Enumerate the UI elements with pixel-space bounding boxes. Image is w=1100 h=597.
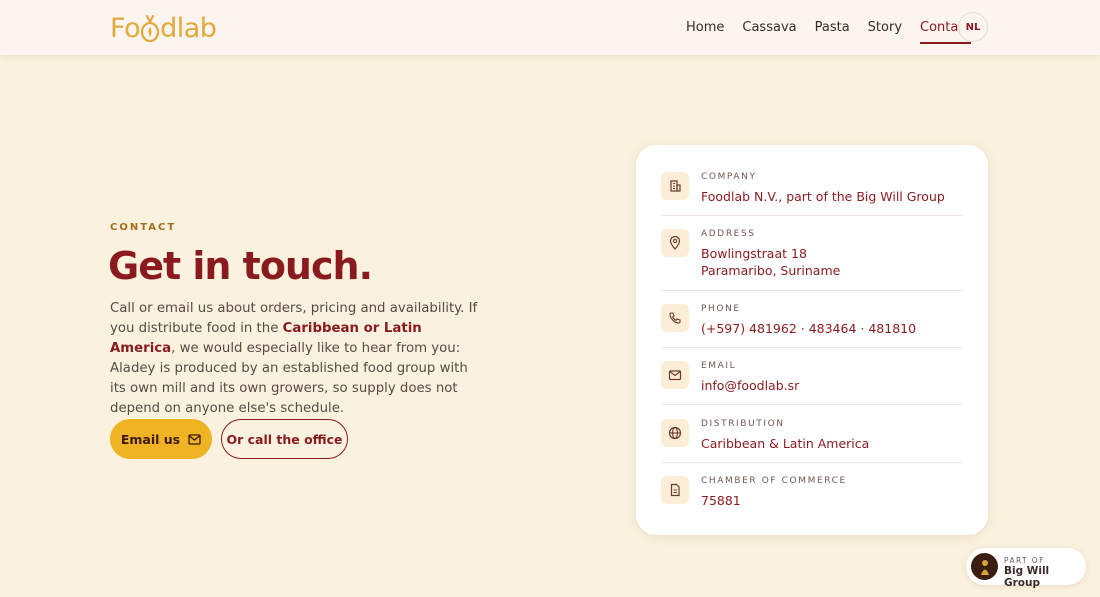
address-line2: Paramaribo, Suriname [701,263,841,278]
big-will-group-logo-icon [971,553,998,580]
email-label: EMAIL [701,361,737,371]
company-value: Foodlab N.V., part of the Big Will Group [701,189,945,204]
nav-pasta[interactable]: Pasta [815,18,850,38]
address-label: ADDRESS [701,229,756,239]
mail-icon [661,361,689,389]
divider [661,347,963,348]
email-us-button[interactable]: Email us [110,419,212,459]
logo-text-start: Fo [110,12,141,44]
phone-icon [661,304,689,332]
phone-value[interactable]: (+597) 481962 · 483464 · 481810 [701,320,916,337]
intro-paragraph: Call or email us about orders, pricing a… [110,299,482,419]
email-us-label: Email us [120,431,181,447]
section-eyebrow: CONTACT [110,222,177,233]
email-value[interactable]: info@foodlab.sr [701,377,799,394]
building-icon [661,172,689,200]
call-office-button[interactable]: Or call the office [221,419,348,459]
map-pin-icon [661,229,689,257]
mail-icon [188,433,201,445]
main-nav: Home Cassava Pasta Story Contact [686,0,989,55]
company-label: COMPANY [701,172,757,182]
foodlab-logo[interactable]: Fo dlab [110,10,217,46]
logo-bulb-icon [139,13,161,43]
language-switch-button[interactable]: NL [958,12,988,42]
chamber-label: CHAMBER OF COMMERCE [701,476,847,486]
divider [661,215,963,216]
site-header: Fo dlab Home Cassava Pasta Story Contact… [0,0,1100,55]
logo-text-end: dlab [160,12,217,44]
page-title: Get in touch. [108,244,373,288]
chamber-value: 75881 [701,493,741,508]
globe-icon [661,419,689,447]
divider [661,290,963,291]
badge-subtitle: PART OF [1004,556,1045,565]
contact-details-card: COMPANY Foodlab N.V., part of the Big Wi… [636,145,988,535]
badge-title: Big Will Group [1004,565,1050,589]
phone-label: PHONE [701,304,741,314]
distribution-value: Caribbean & Latin America [701,436,870,451]
nav-story[interactable]: Story [868,18,902,38]
distribution-label: DISTRIBUTION [701,419,785,429]
document-icon [661,476,689,504]
address-line1: Bowlingstraat 18 [701,246,807,261]
nav-cassava[interactable]: Cassava [742,18,796,38]
parent-company-badge[interactable]: PART OF Big Will Group [966,548,1086,589]
nav-home[interactable]: Home [686,18,724,38]
divider [661,462,963,463]
divider [661,404,963,405]
